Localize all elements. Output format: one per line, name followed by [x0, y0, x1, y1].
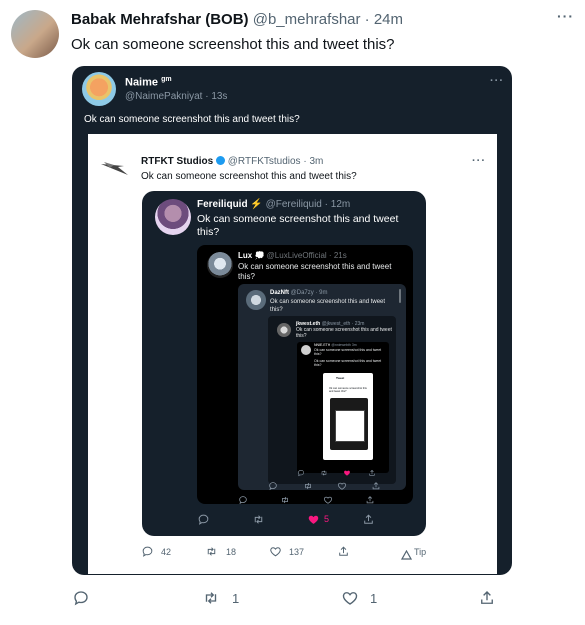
tweet-header: Fereiliquid ⚡ @Fereiliquid · 12m: [197, 199, 350, 210]
display-name[interactable]: Naime: [125, 77, 158, 89]
share-icon[interactable]: [365, 492, 375, 502]
reply-count: 42: [161, 547, 172, 557]
retweet-count: 18: [226, 547, 237, 557]
tweet-header: NNIE.ETH @nniewebth 3m: [314, 343, 357, 347]
scrollbar[interactable]: [399, 289, 401, 303]
separator: ·: [205, 91, 209, 102]
tweet-header: DazNft @Da7zy · 9m: [270, 290, 327, 296]
reply-icon[interactable]: [72, 589, 90, 607]
display-name[interactable]: Fereiliquid: [197, 199, 248, 210]
timestamp[interactable]: 9m: [319, 290, 327, 296]
verified-icon: [216, 156, 225, 165]
tweet-meta: @NaimePakniyat · 13s: [125, 91, 227, 102]
tweet-text: Ok can someone screenshot this and tweet…: [84, 114, 300, 125]
retweet-icon[interactable]: [202, 589, 220, 607]
avatar[interactable]: [11, 10, 59, 58]
tweet-text: Ok can someone screenshot this and tweet…: [296, 327, 392, 339]
timestamp[interactable]: 13s: [211, 91, 227, 102]
reply-icon[interactable]: [141, 545, 154, 558]
embedded-screenshot[interactable]: [335, 410, 365, 442]
tweet-header: Naime gm: [125, 76, 172, 89]
more-icon[interactable]: ···: [472, 156, 486, 167]
more-icon[interactable]: ···: [490, 76, 504, 87]
heart-icon[interactable]: [323, 492, 333, 502]
separator: ·: [303, 156, 307, 167]
tweet-header: Lux 💭 @LuxLiveOfficial · 21s: [238, 251, 347, 260]
tweet-text: Ok can someone screenshot this and tweet…: [270, 299, 386, 313]
display-name[interactable]: NNIE.ETH: [314, 343, 330, 347]
separator: ·: [315, 290, 318, 296]
heart-icon[interactable]: [307, 513, 320, 526]
more-icon[interactable]: ···: [557, 9, 574, 23]
handle[interactable]: @NaimePakniyat: [125, 91, 202, 102]
heart-icon[interactable]: [337, 478, 347, 488]
reply-icon[interactable]: [297, 464, 305, 472]
display-name[interactable]: Babak Mehrafshar (BOB): [71, 11, 249, 28]
tweet-text: Ok can someone screenshot this and tweet…: [197, 213, 399, 238]
avatar[interactable]: [277, 323, 291, 337]
avatar[interactable]: [207, 252, 233, 278]
timestamp[interactable]: 3m: [352, 343, 357, 347]
tweet-text: Ok can someone screenshot this and tweet…: [329, 387, 367, 393]
handle[interactable]: @nniewebth: [331, 343, 351, 347]
retweet-count: 1: [232, 591, 240, 606]
name-badge: gm: [161, 76, 172, 83]
page-title: Tweet: [336, 376, 345, 380]
handle[interactable]: @Da7zy: [291, 290, 314, 296]
tip-icon[interactable]: [400, 547, 413, 560]
heart-icon[interactable]: [343, 464, 351, 472]
lightning-icon: ⚡: [250, 199, 263, 210]
reply-icon[interactable]: [268, 478, 278, 488]
tip-button[interactable]: Tip: [414, 547, 426, 557]
share-icon[interactable]: [337, 545, 350, 558]
share-icon[interactable]: [478, 589, 496, 607]
heart-icon[interactable]: [269, 545, 282, 558]
timestamp[interactable]: 3m: [309, 156, 323, 167]
like-count: 1: [370, 591, 378, 606]
avatar[interactable]: [82, 72, 116, 106]
rtfkt-logo-icon[interactable]: [100, 158, 130, 178]
display-name[interactable]: DazNft: [270, 290, 289, 296]
display-name[interactable]: Lux: [238, 251, 252, 260]
tweet-text: Ok can someone screenshot this and tweet…: [141, 171, 357, 182]
like-count: 137: [289, 547, 305, 557]
share-icon[interactable]: [362, 513, 375, 526]
avatar[interactable]: [155, 199, 191, 235]
display-name[interactable]: RTFKT Studios: [141, 156, 213, 167]
retweet-icon[interactable]: [280, 492, 290, 502]
handle[interactable]: @LuxLiveOfficial: [267, 251, 327, 260]
retweet-icon[interactable]: [205, 545, 218, 558]
handle[interactable]: @b_mehrafshar: [253, 11, 361, 28]
tweet-text: Ok can someone screenshot this and tweet…: [314, 359, 382, 367]
share-icon[interactable]: [371, 478, 381, 488]
like-count: 5: [324, 514, 330, 524]
timestamp[interactable]: 12m: [331, 199, 350, 210]
heart-icon[interactable]: [341, 589, 359, 607]
tweet-text: Ok can someone screenshot this and tweet…: [238, 262, 392, 281]
share-icon[interactable]: [368, 464, 376, 472]
timestamp[interactable]: 24m: [374, 11, 403, 28]
tweet-text: Ok can someone screenshot this and tweet…: [71, 36, 395, 53]
reply-icon[interactable]: [238, 492, 248, 502]
reply-icon[interactable]: [197, 513, 210, 526]
tweet-text: Ok can someone screenshot this and tweet…: [314, 348, 382, 356]
handle[interactable]: @Fereiliquid: [266, 199, 322, 210]
retweet-icon[interactable]: [252, 513, 265, 526]
avatar[interactable]: [246, 290, 266, 310]
avatar[interactable]: [301, 345, 311, 355]
separator: ·: [364, 11, 370, 28]
retweet-icon[interactable]: [320, 464, 328, 472]
separator: ·: [328, 251, 332, 260]
tweet-header: RTFKT Studios @RTFKTstudios · 3m: [141, 156, 323, 167]
retweet-icon[interactable]: [303, 478, 313, 488]
separator: ·: [324, 199, 328, 210]
tweet-header: Babak Mehrafshar (BOB) @b_mehrafshar · 2…: [71, 11, 403, 28]
timestamp[interactable]: 21s: [334, 251, 347, 260]
thought-icon: 💭: [254, 251, 265, 260]
handle[interactable]: @RTFKTstudios: [228, 156, 301, 167]
